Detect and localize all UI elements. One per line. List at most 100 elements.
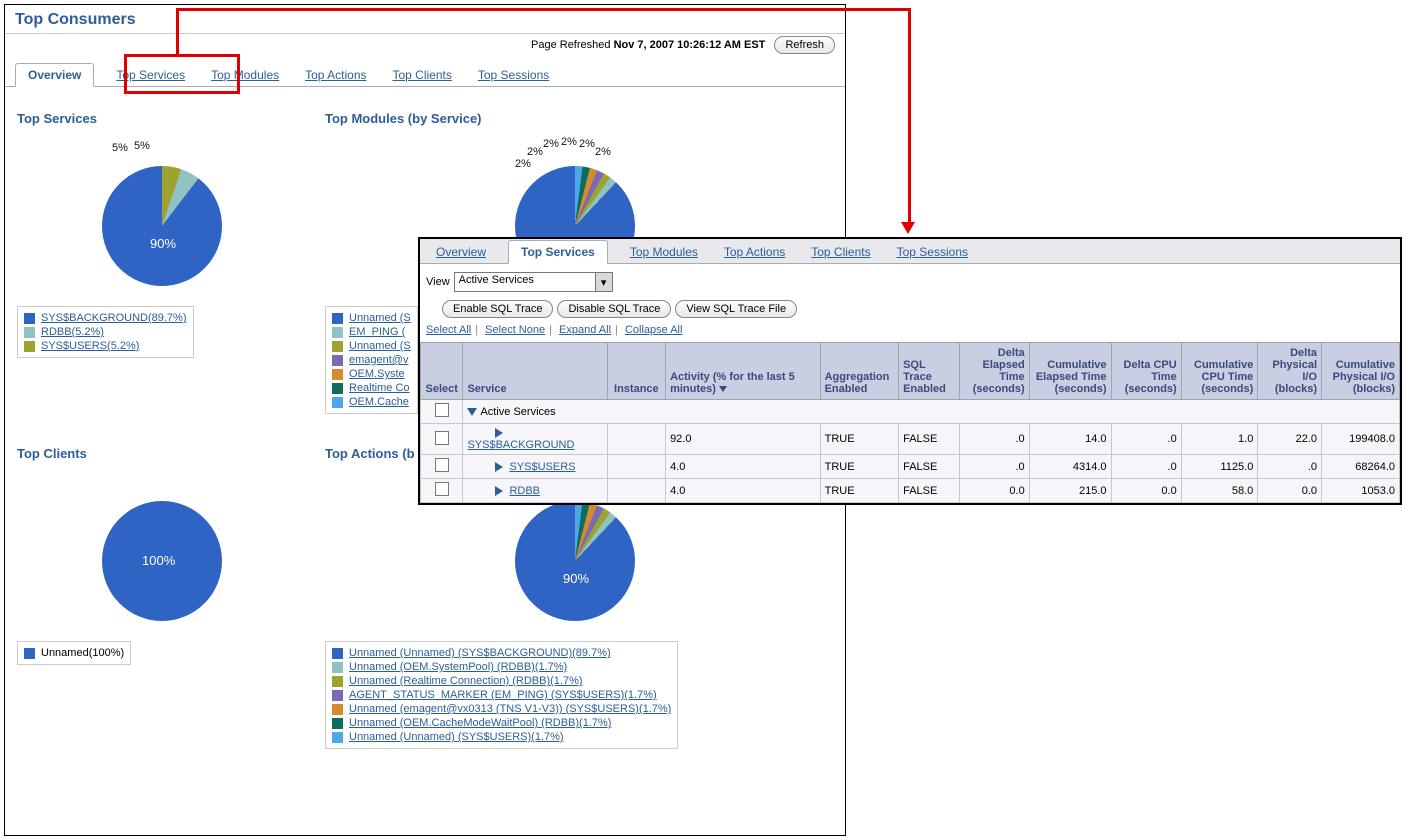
col-sql-trace[interactable]: SQL Trace Enabled <box>899 343 959 400</box>
tab-top-actions[interactable]: Top Actions <box>301 64 370 86</box>
cell-activity: 4.0 <box>666 455 821 479</box>
col-delta-cpu[interactable]: Delta CPU Time (seconds) <box>1111 343 1181 400</box>
legend-swatch-icon <box>332 648 343 659</box>
legend-item[interactable]: emagent@v <box>332 353 411 367</box>
view-sql-trace-file-button[interactable]: View SQL Trace File <box>675 300 797 318</box>
cell-det: 0.0 <box>959 479 1029 503</box>
col-service[interactable]: Service <box>463 343 607 400</box>
disable-sql-trace-button[interactable]: Disable SQL Trace <box>557 300 671 318</box>
cell-dct: 0.0 <box>1111 479 1181 503</box>
pie-top-actions <box>515 501 635 621</box>
pie-label: 2% <box>515 158 531 170</box>
legend-label[interactable]: RDBB(5.2%) <box>41 326 104 338</box>
legend-label[interactable]: AGENT_STATUS_MARKER (EM_PING) (SYS$USERS… <box>349 689 657 701</box>
tab-top-sessions[interactable]: Top Sessions <box>474 64 553 86</box>
table-row: SYS$USERS4.0TRUEFALSE.04314.0.01125.0.06… <box>421 455 1400 479</box>
col-delta-elapsed[interactable]: Delta Elapsed Time (seconds) <box>959 343 1029 400</box>
legend-label[interactable]: Unnamed (Realtime Connection) (RDBB)(1.7… <box>349 675 583 687</box>
legend-item[interactable]: SYS$BACKGROUND(89.7%) <box>24 311 187 325</box>
col-cum-elapsed[interactable]: Cumulative Elapsed Time (seconds) <box>1029 343 1111 400</box>
enable-sql-trace-button[interactable]: Enable SQL Trace <box>442 300 553 318</box>
legend-swatch-icon <box>332 383 343 394</box>
legend-item[interactable]: OEM.Cache <box>332 395 411 409</box>
legend-swatch-icon <box>332 369 343 380</box>
service-link[interactable]: RDBB <box>509 485 540 497</box>
expand-all-link[interactable]: Expand All <box>559 324 611 336</box>
select-none-link[interactable]: Select None <box>485 324 545 336</box>
legend-label[interactable]: Unnamed (Unnamed) (SYS$BACKGROUND)(89.7%… <box>349 647 611 659</box>
tab-top-clients[interactable]: Top Clients <box>389 64 456 86</box>
col-delta-pio[interactable]: Delta Physical I/O (blocks) <box>1258 343 1322 400</box>
col-cum-pio[interactable]: Cumulative Physical I/O (blocks) <box>1322 343 1400 400</box>
cell-dpio: 0.0 <box>1258 479 1322 503</box>
cell-det: .0 <box>959 424 1029 455</box>
legend-label[interactable]: SYS$BACKGROUND(89.7%) <box>41 312 187 324</box>
chart-top-services: 5% 5% 90% <box>17 130 307 306</box>
tab-overview[interactable]: Overview <box>15 63 94 87</box>
expand-icon[interactable] <box>495 486 503 496</box>
checkbox[interactable] <box>435 431 449 445</box>
legend-item[interactable]: Unnamed (S <box>332 311 411 325</box>
legend-label[interactable]: Unnamed (OEM.CacheModeWaitPool) (RDBB)(1… <box>349 717 611 729</box>
service-link[interactable]: SYS$BACKGROUND <box>467 439 574 451</box>
checkbox[interactable] <box>435 458 449 472</box>
legend-item[interactable]: Unnamed (OEM.CacheModeWaitPool) (RDBB)(1… <box>332 716 671 730</box>
legend-item[interactable]: Unnamed (Unnamed) (SYS$BACKGROUND)(89.7%… <box>332 646 671 660</box>
cell-dct: .0 <box>1111 455 1181 479</box>
expand-icon[interactable] <box>495 462 503 472</box>
collapse-all-link[interactable]: Collapse All <box>625 324 682 336</box>
collapse-icon[interactable] <box>467 408 477 416</box>
legend-item[interactable]: EM_PING ( <box>332 325 411 339</box>
detail-tab-top-clients[interactable]: Top Clients <box>807 241 874 263</box>
view-select[interactable]: Active Services ▾ <box>454 272 613 292</box>
section-top-services: Top Services 5% 5% 90% SYS$BACKGROUND(89… <box>17 97 307 414</box>
col-activity[interactable]: Activity (% for the last 5 minutes) <box>666 343 821 400</box>
legend-label[interactable]: OEM.Syste <box>349 368 405 380</box>
col-select[interactable]: Select <box>421 343 463 400</box>
detail-tab-overview[interactable]: Overview <box>432 241 490 263</box>
legend-item[interactable]: Unnamed (emagent@vx0313 (TNS V1-V3)) (SY… <box>332 702 671 716</box>
legend-label[interactable]: Realtime Co <box>349 382 410 394</box>
detail-tab-top-actions[interactable]: Top Actions <box>720 241 789 263</box>
refreshed-label: Page Refreshed <box>531 39 611 51</box>
refresh-button[interactable]: Refresh <box>774 36 835 54</box>
detail-tab-top-services[interactable]: Top Services <box>508 240 608 264</box>
select-all-link[interactable]: Select All <box>426 324 471 336</box>
legend-label[interactable]: Unnamed (emagent@vx0313 (TNS V1-V3)) (SY… <box>349 703 671 715</box>
checkbox[interactable] <box>435 403 449 417</box>
section-title: Top Modules (by Service) <box>325 111 825 126</box>
legend-label[interactable]: Unnamed (OEM.SystemPool) (RDBB)(1.7%) <box>349 661 567 673</box>
legend-swatch-icon <box>332 313 343 324</box>
legend-item[interactable]: OEM.Syste <box>332 367 411 381</box>
legend-item[interactable]: Unnamed (S <box>332 339 411 353</box>
legend-item[interactable]: RDBB(5.2%) <box>24 325 187 339</box>
legend-label[interactable]: Unnamed (Unnamed) (SYS$USERS)(1.7%) <box>349 731 564 743</box>
pie-label: 2% <box>543 138 559 150</box>
legend-label[interactable]: EM_PING ( <box>349 326 405 338</box>
chart-top-clients: 100% <box>17 465 307 641</box>
legend-swatch-icon <box>332 690 343 701</box>
detail-tab-top-sessions[interactable]: Top Sessions <box>893 241 972 263</box>
legend-label[interactable]: SYS$USERS(5.2%) <box>41 340 139 352</box>
cell-trace: FALSE <box>899 424 959 455</box>
col-aggregation[interactable]: Aggregation Enabled <box>820 343 899 400</box>
legend-item[interactable]: AGENT_STATUS_MARKER (EM_PING) (SYS$USERS… <box>332 688 671 702</box>
legend-item[interactable]: Realtime Co <box>332 381 411 395</box>
detail-tab-top-modules[interactable]: Top Modules <box>626 241 702 263</box>
legend-label[interactable]: OEM.Cache <box>349 396 409 408</box>
legend-item[interactable]: Unnamed (Realtime Connection) (RDBB)(1.7… <box>332 674 671 688</box>
col-cum-cpu[interactable]: Cumulative CPU Time (seconds) <box>1181 343 1258 400</box>
expand-icon[interactable] <box>495 428 503 438</box>
legend-item[interactable]: Unnamed (Unnamed) (SYS$USERS)(1.7%) <box>332 730 671 744</box>
checkbox[interactable] <box>435 482 449 496</box>
group-label: Active Services <box>480 406 555 418</box>
legend-label[interactable]: emagent@v <box>349 354 408 366</box>
pie-center-label: 90% <box>563 571 589 586</box>
legend-label[interactable]: Unnamed (S <box>349 340 411 352</box>
legend-item[interactable]: Unnamed (OEM.SystemPool) (RDBB)(1.7%) <box>332 660 671 674</box>
legend-item[interactable]: SYS$USERS(5.2%) <box>24 339 187 353</box>
col-instance[interactable]: Instance <box>607 343 665 400</box>
service-link[interactable]: SYS$USERS <box>509 461 575 473</box>
legend-label[interactable]: Unnamed (S <box>349 312 411 324</box>
cell-instance <box>607 455 665 479</box>
